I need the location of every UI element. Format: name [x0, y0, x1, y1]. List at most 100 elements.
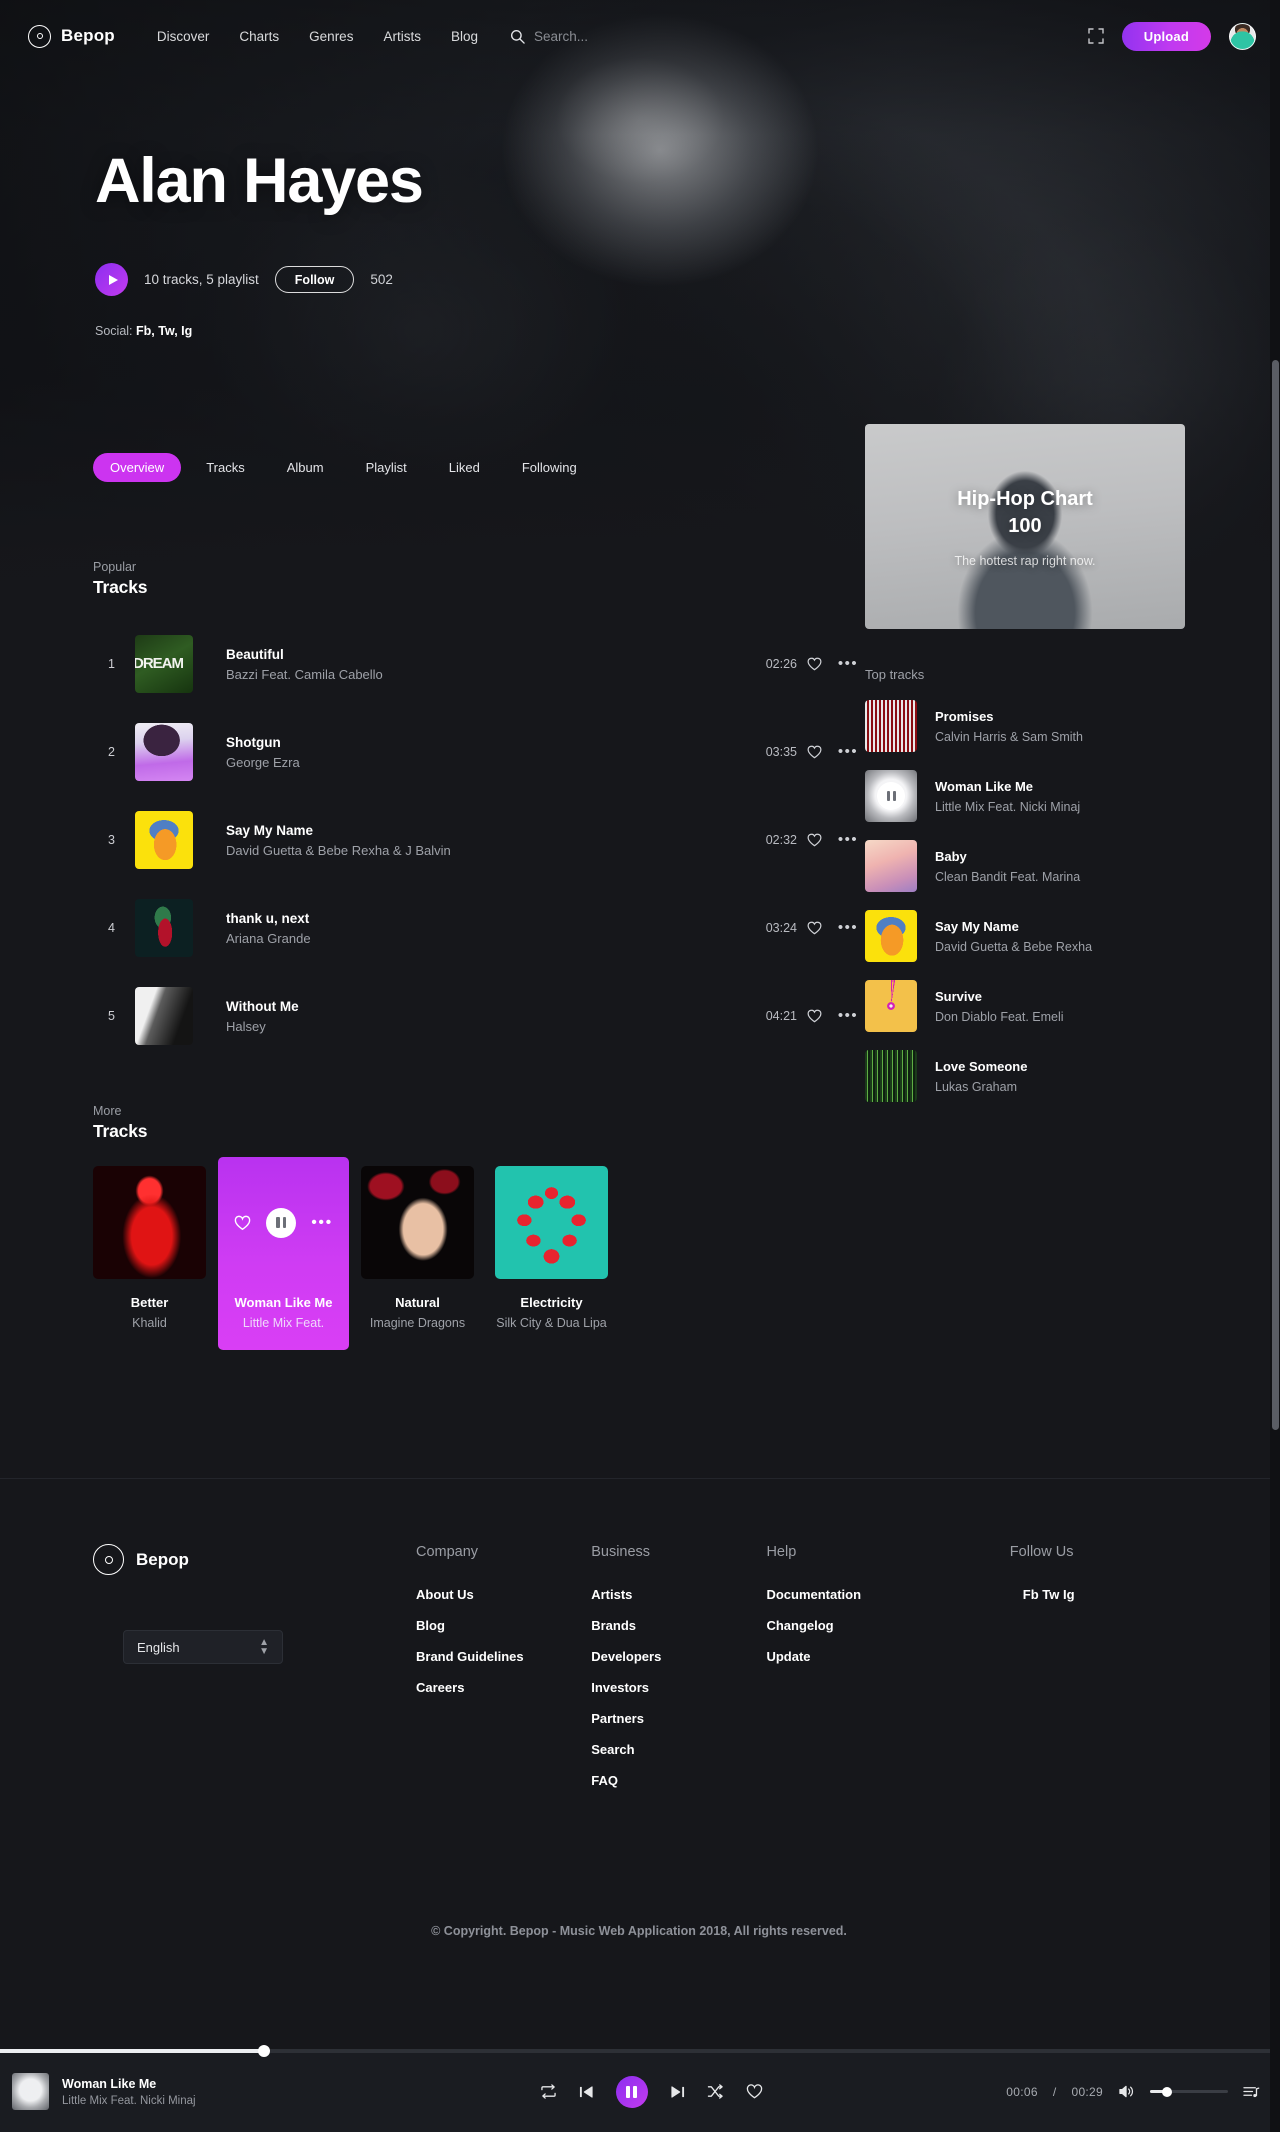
- like-button[interactable]: [797, 1009, 831, 1023]
- footer-column-heading: Help: [766, 1544, 797, 1560]
- playback-progress-bar[interactable]: [0, 2045, 1280, 2057]
- follow-button[interactable]: Follow: [274, 266, 355, 293]
- nav-link-charts[interactable]: Charts: [239, 29, 279, 44]
- footer-link-developers[interactable]: Developers: [591, 1649, 766, 1664]
- brand-name: Bepop: [61, 26, 115, 45]
- footer-link-about-us[interactable]: About Us: [416, 1587, 591, 1602]
- next-track-icon[interactable]: [670, 2085, 685, 2099]
- like-button[interactable]: [797, 921, 831, 935]
- nav-link-discover[interactable]: Discover: [157, 29, 210, 44]
- tab-liked[interactable]: Liked: [432, 453, 497, 482]
- tab-playlist[interactable]: Playlist: [349, 453, 424, 482]
- heart-icon[interactable]: [234, 1215, 251, 1231]
- social-row: Social: Fb, Tw, Ig: [95, 324, 423, 338]
- more-options-button[interactable]: •••: [831, 1008, 865, 1023]
- shuffle-icon[interactable]: [707, 2084, 724, 2099]
- track-artist: Silk City & Dua Lipa: [496, 1316, 607, 1330]
- list-item[interactable]: Love Someone Lukas Graham: [865, 1050, 1185, 1102]
- footer-link-brands[interactable]: Brands: [591, 1618, 766, 1633]
- like-button[interactable]: [797, 657, 831, 671]
- volume-slider[interactable]: [1150, 2086, 1228, 2097]
- pause-button[interactable]: [615, 2075, 648, 2108]
- list-item[interactable]: Survive Don Diablo Feat. Emeli: [865, 980, 1185, 1032]
- top-tracks-list: Promises Calvin Harris & Sam Smith Woman…: [865, 700, 1185, 1102]
- track-card[interactable]: Natural Imagine Dragons: [361, 1166, 474, 1350]
- now-playing[interactable]: Woman Like Me Little Mix Feat. Nicki Min…: [12, 2073, 342, 2110]
- nav-link-blog[interactable]: Blog: [451, 29, 478, 44]
- previous-track-icon[interactable]: [579, 2085, 594, 2099]
- track-card-active[interactable]: ••• Woman Like Me Little Mix Feat.: [218, 1157, 349, 1350]
- table-row[interactable]: 3 Say My Name David Guetta & Bebe Rexha …: [93, 796, 865, 884]
- track-card[interactable]: Better Khalid: [93, 1166, 206, 1350]
- left-column: Popular Tracks 1 Beautiful Bazzi Feat. C…: [93, 540, 865, 1350]
- play-icon[interactable]: [95, 263, 128, 296]
- social-links[interactable]: Fb, Tw, Ig: [136, 324, 192, 338]
- footer-link-artists[interactable]: Artists: [591, 1587, 766, 1602]
- avatar[interactable]: [1229, 22, 1256, 50]
- track-info: Promises Calvin Harris & Sam Smith: [935, 709, 1083, 744]
- page-scrollbar[interactable]: [1270, 0, 1280, 2132]
- footer-link-search[interactable]: Search: [591, 1742, 766, 1757]
- album-art: [12, 2073, 49, 2110]
- playlist-queue-icon[interactable]: [1243, 2084, 1260, 2099]
- album-art: [135, 987, 193, 1045]
- track-title: Beautiful: [226, 646, 284, 662]
- like-button[interactable]: [797, 745, 831, 759]
- track-card[interactable]: Electricity Silk City & Dua Lipa: [495, 1166, 608, 1350]
- section-title: Tracks: [93, 577, 148, 597]
- language-select[interactable]: English ▲ ▼: [123, 1630, 283, 1664]
- track-title: Promises: [935, 708, 994, 724]
- ellipsis-icon[interactable]: •••: [311, 1214, 333, 1230]
- scrollbar-thumb[interactable]: [1272, 360, 1279, 1430]
- tab-album[interactable]: Album: [270, 453, 341, 482]
- more-options-button[interactable]: •••: [831, 655, 865, 672]
- footer-link-blog[interactable]: Blog: [416, 1618, 591, 1633]
- list-item[interactable]: Say My Name David Guetta & Bebe Rexha: [865, 910, 1185, 962]
- repeat-icon[interactable]: [540, 2084, 557, 2099]
- volume-slider-handle[interactable]: [1162, 2086, 1173, 2097]
- ellipsis-icon: •••: [837, 655, 859, 672]
- nav-link-genres[interactable]: Genres: [309, 29, 353, 44]
- heart-icon[interactable]: [746, 2084, 763, 2099]
- track-info: thank u, next Ariana Grande: [193, 911, 741, 946]
- pause-icon[interactable]: [266, 1207, 297, 1238]
- table-row[interactable]: 1 Beautiful Bazzi Feat. Camila Cabello 0…: [93, 620, 865, 708]
- footer-link-brand-guidelines[interactable]: Brand Guidelines: [416, 1649, 591, 1664]
- tab-tracks[interactable]: Tracks: [189, 453, 262, 482]
- list-item[interactable]: Baby Clean Bandit Feat. Marina: [865, 840, 1185, 892]
- playback-progress-handle[interactable]: [257, 2045, 270, 2057]
- pause-icon[interactable]: [877, 782, 905, 810]
- more-options-button[interactable]: •••: [831, 832, 865, 847]
- footer-logo[interactable]: Bepop: [93, 1544, 416, 1575]
- upload-button[interactable]: Upload: [1121, 21, 1211, 51]
- list-item[interactable]: Woman Like Me Little Mix Feat. Nicki Min…: [865, 770, 1185, 822]
- hip-hop-chart-card[interactable]: Hip-Hop Chart 100 The hottest rap right …: [865, 424, 1185, 629]
- volume-icon[interactable]: [1118, 2084, 1135, 2099]
- footer-link-documentation[interactable]: Documentation: [766, 1587, 1009, 1602]
- footer-grid: Bepop English ▲ ▼ Company About Us Blog B…: [93, 1544, 1185, 1804]
- table-row[interactable]: 5 Without Me Halsey 04:21 •••: [93, 972, 865, 1060]
- footer-link-update[interactable]: Update: [766, 1649, 1009, 1664]
- more-options-button[interactable]: •••: [831, 920, 865, 935]
- search-input[interactable]: [534, 28, 774, 44]
- footer-link-faq[interactable]: FAQ: [591, 1773, 766, 1788]
- footer-link-changelog[interactable]: Changelog: [766, 1618, 1009, 1633]
- tab-following[interactable]: Following: [505, 453, 594, 482]
- footer-link-investors[interactable]: Investors: [591, 1680, 766, 1695]
- footer-link-partners[interactable]: Partners: [591, 1711, 766, 1726]
- list-item[interactable]: Promises Calvin Harris & Sam Smith: [865, 700, 1185, 752]
- like-button[interactable]: [797, 833, 831, 847]
- table-row[interactable]: 2 Shotgun George Ezra 03:35 •••: [93, 708, 865, 796]
- tab-overview[interactable]: Overview: [93, 453, 182, 482]
- brand-logo[interactable]: Bepop: [28, 24, 115, 48]
- time-separator: /: [1052, 2084, 1057, 2099]
- footer-link-careers[interactable]: Careers: [416, 1680, 591, 1695]
- table-row[interactable]: 4 thank u, next Ariana Grande 03:24 •••: [93, 884, 865, 972]
- player-bar: Woman Like Me Little Mix Feat. Nicki Min…: [0, 2045, 1280, 2132]
- more-options-button[interactable]: •••: [831, 744, 865, 759]
- search-icon[interactable]: [510, 29, 525, 44]
- fullscreen-icon[interactable]: [1088, 28, 1104, 44]
- nav-link-artists[interactable]: Artists: [383, 29, 421, 44]
- footer-brand-name: Bepop: [136, 1549, 189, 1569]
- footer-social-links[interactable]: Fb Tw Ig: [1010, 1587, 1185, 1602]
